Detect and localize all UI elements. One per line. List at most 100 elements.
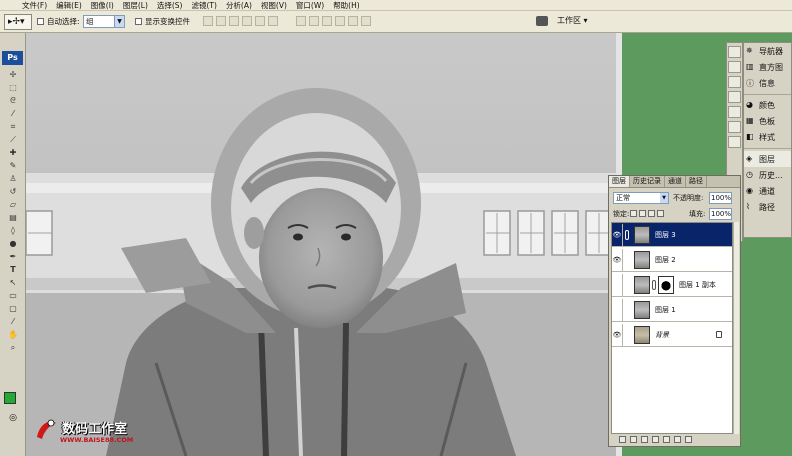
dock-item-histogram[interactable]: ▥ 直方图 xyxy=(744,59,791,75)
align-right-icon[interactable] xyxy=(268,16,278,26)
marquee-tool-icon[interactable]: ⬚ xyxy=(3,82,23,94)
notes-tool-icon[interactable]: ▢ xyxy=(3,303,23,315)
eyedropper-tool-icon[interactable]: ⁄ xyxy=(3,316,23,328)
lock-all-icon[interactable] xyxy=(657,210,664,217)
eye-icon[interactable]: 👁 xyxy=(612,248,623,271)
align-top-icon[interactable] xyxy=(203,16,213,26)
history-brush-icon[interactable]: ↺ xyxy=(3,186,23,198)
align-hcenter-icon[interactable] xyxy=(255,16,265,26)
tab-layers[interactable]: 图层 xyxy=(609,176,630,187)
distribute-hcenter-icon[interactable] xyxy=(348,16,358,26)
dock-item-navigator[interactable]: ✵ 导航器 xyxy=(744,43,791,59)
dock-item-history[interactable]: ◷ 历史... xyxy=(744,167,791,183)
lasso-tool-icon[interactable]: ᘓ xyxy=(3,95,23,107)
align-left-icon[interactable] xyxy=(242,16,252,26)
layer-row-3[interactable]: 👁 图层 3 xyxy=(612,223,732,247)
align-vcenter-icon[interactable] xyxy=(216,16,226,26)
path-select-icon[interactable]: ↖ xyxy=(3,277,23,289)
new-layer-icon[interactable] xyxy=(674,435,681,443)
healing-brush-icon[interactable]: ✚ xyxy=(3,147,23,159)
layer-row-1-copy[interactable]: 图层 1 副本 xyxy=(612,273,732,297)
menu-help[interactable]: 帮助(H) xyxy=(333,0,360,11)
magic-wand-tool-icon[interactable]: ⁄ xyxy=(3,108,23,120)
brush-tool-icon[interactable]: ✎ xyxy=(3,160,23,172)
dock-item-swatches[interactable]: ▦ 色板 xyxy=(744,113,791,129)
new-group-icon[interactable] xyxy=(663,435,670,443)
distribute-bottom-icon[interactable] xyxy=(322,16,332,26)
dock-item-paths[interactable]: ⌇ 路径 xyxy=(744,199,791,215)
eye-hidden-icon[interactable] xyxy=(612,298,623,321)
dock-item-channels[interactable]: ◉ 通道 xyxy=(744,183,791,199)
auto-select-dropdown[interactable]: 组 ▼ xyxy=(83,15,125,28)
dodge-tool-icon[interactable]: ● xyxy=(3,238,23,250)
slice-tool-icon[interactable]: ⟋ xyxy=(3,134,23,146)
dock-para-icon[interactable] xyxy=(728,121,741,133)
layer-mask-thumbnail[interactable] xyxy=(658,275,674,294)
show-transform-checkbox[interactable] xyxy=(135,18,142,25)
opacity-input[interactable]: 100% xyxy=(709,192,732,204)
dock-item-info[interactable]: ⓘ 信息 xyxy=(744,75,791,91)
layer-style-icon[interactable] xyxy=(630,435,637,443)
zoom-tool-icon[interactable]: ⌕ xyxy=(3,342,23,354)
menu-view[interactable]: 视图(V) xyxy=(261,0,287,11)
menu-file[interactable]: 文件(F) xyxy=(22,0,47,11)
menu-window[interactable]: 窗口(W) xyxy=(296,0,324,11)
foreground-color-swatch[interactable] xyxy=(4,392,16,404)
crop-tool-icon[interactable]: ⌗ xyxy=(3,121,23,133)
type-tool-icon[interactable]: T xyxy=(3,264,23,276)
add-mask-icon[interactable] xyxy=(641,435,648,443)
menu-edit[interactable]: 编辑(E) xyxy=(56,0,82,11)
tab-paths[interactable]: 路径 xyxy=(686,176,707,187)
eye-icon[interactable]: 👁 xyxy=(612,223,623,246)
document-canvas[interactable] xyxy=(26,33,622,456)
dock-char-icon[interactable] xyxy=(728,106,741,118)
menu-filter[interactable]: 滤镜(T) xyxy=(192,0,217,11)
move-tool-icon[interactable]: ✢ xyxy=(3,69,23,81)
layers-scrollbar[interactable] xyxy=(733,222,739,434)
layer-row-1[interactable]: 图层 1 xyxy=(612,298,732,322)
dock-item-color[interactable]: ◕ 颜色 xyxy=(744,97,791,113)
clone-stamp-icon[interactable]: ♙ xyxy=(3,173,23,185)
tab-channels[interactable]: 通道 xyxy=(665,176,686,187)
link-layers-icon[interactable] xyxy=(619,435,626,443)
blur-tool-icon[interactable]: ◊ xyxy=(3,225,23,237)
menu-image[interactable]: 图像(I) xyxy=(91,0,114,11)
lock-position-icon[interactable] xyxy=(648,210,655,217)
distribute-top-icon[interactable] xyxy=(296,16,306,26)
delete-layer-icon[interactable] xyxy=(685,435,692,443)
lock-transparency-icon[interactable] xyxy=(630,210,637,217)
layer-row-2[interactable]: 👁 图层 2 xyxy=(612,248,732,272)
pen-tool-icon[interactable]: ✒ xyxy=(3,251,23,263)
dock-item-layers[interactable]: ◈ 图层 xyxy=(744,151,791,167)
workspace-button[interactable]: 工作区 ▾ xyxy=(557,15,588,26)
dock-clone-icon[interactable] xyxy=(728,91,741,103)
dock-layers-icon[interactable] xyxy=(728,136,741,148)
tab-history[interactable]: 历史记录 xyxy=(630,176,665,187)
menu-analysis[interactable]: 分析(A) xyxy=(226,0,252,11)
hand-tool-icon[interactable]: ✋ xyxy=(3,329,23,341)
shape-tool-icon[interactable]: ▭ xyxy=(3,290,23,302)
dock-arrow-icon[interactable] xyxy=(728,46,741,58)
blend-mode-select[interactable]: 正常 ▼ xyxy=(613,192,669,204)
bridge-icon[interactable] xyxy=(536,16,548,26)
eye-hidden-icon[interactable] xyxy=(612,273,623,296)
fill-input[interactable]: 100% xyxy=(709,208,732,220)
auto-select-checkbox[interactable] xyxy=(37,18,44,25)
layer-row-background[interactable]: 👁 背景 xyxy=(612,323,732,347)
adjustment-layer-icon[interactable] xyxy=(652,435,659,443)
gradient-tool-icon[interactable]: ▤ xyxy=(3,212,23,224)
dock-item-styles[interactable]: ◧ 样式 xyxy=(744,129,791,145)
dock-tools-icon[interactable] xyxy=(728,76,741,88)
dock-brushes-icon[interactable] xyxy=(728,61,741,73)
menu-layer[interactable]: 图层(L) xyxy=(123,0,148,11)
distribute-right-icon[interactable] xyxy=(361,16,371,26)
distribute-vcenter-icon[interactable] xyxy=(309,16,319,26)
quick-mask-icon[interactable]: ◎ xyxy=(3,413,23,427)
distribute-left-icon[interactable] xyxy=(335,16,345,26)
menu-select[interactable]: 选择(S) xyxy=(157,0,183,11)
eye-icon[interactable]: 👁 xyxy=(612,323,623,346)
align-bottom-icon[interactable] xyxy=(229,16,239,26)
tool-preset-picker[interactable]: ▸✢▾ xyxy=(4,14,32,30)
lock-pixels-icon[interactable] xyxy=(639,210,646,217)
eraser-tool-icon[interactable]: ▱ xyxy=(3,199,23,211)
